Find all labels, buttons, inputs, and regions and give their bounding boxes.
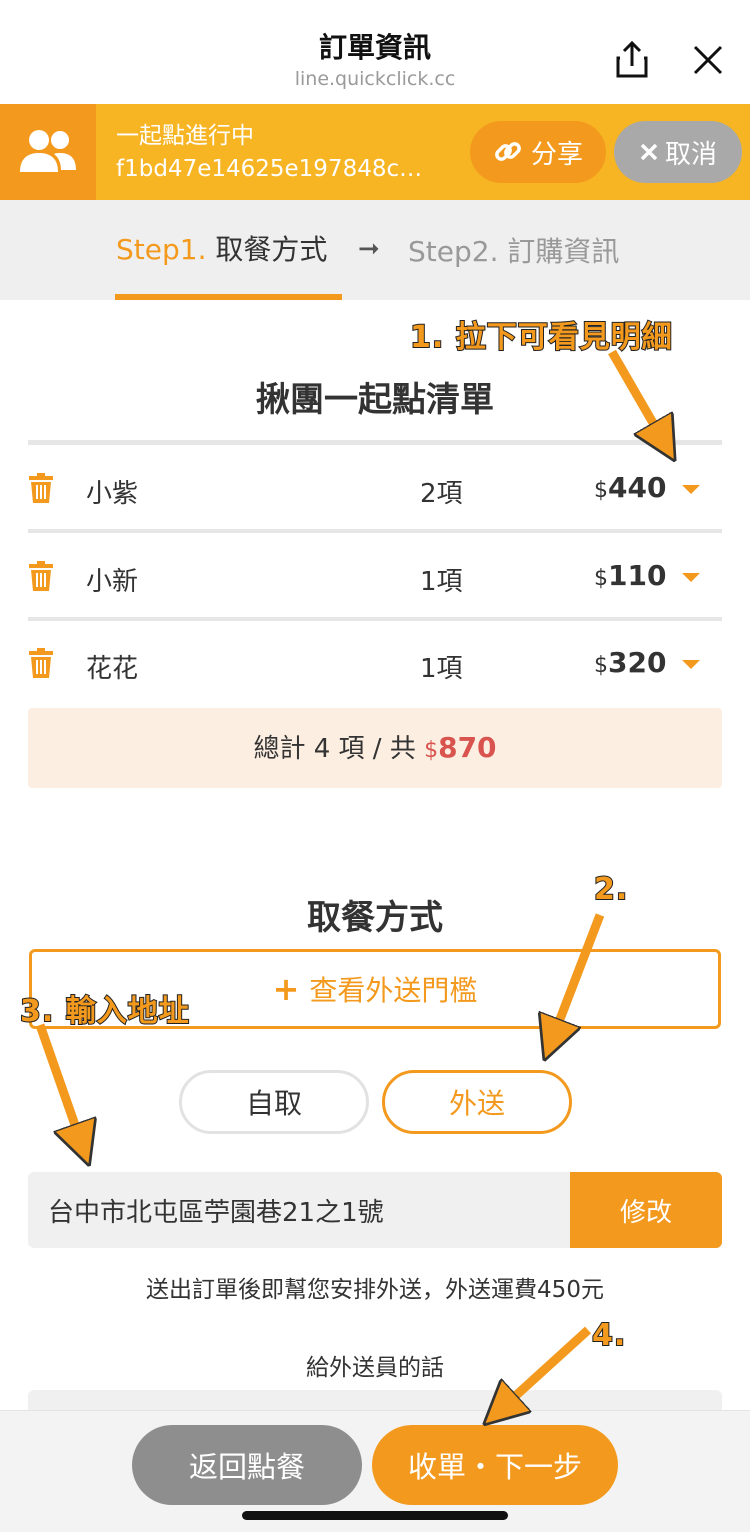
- row-price: $110: [594, 559, 667, 592]
- link-icon: [495, 142, 521, 161]
- edit-address-button[interactable]: 修改: [570, 1172, 722, 1248]
- delivery-threshold-label: 查看外送門檻: [309, 974, 478, 1007]
- caret-down-icon[interactable]: [682, 573, 700, 582]
- group-order-bar: 一起點進行中 f1bd47e14625e197848c… 分享 取消: [0, 104, 750, 200]
- annotation-4: 4.: [591, 1317, 627, 1354]
- order-total: 總計 4 項 / 共 $870: [28, 708, 722, 788]
- plus-icon: +: [272, 970, 300, 1008]
- orderer-name: 小紫: [86, 479, 139, 509]
- item-count: 2項: [420, 479, 463, 509]
- item-count: 1項: [420, 654, 463, 684]
- home-indicator: [242, 1511, 508, 1520]
- share-button-label: 分享: [530, 139, 583, 170]
- back-to-menu-button[interactable]: 返回點餐: [132, 1425, 362, 1505]
- trash-icon[interactable]: [28, 561, 54, 591]
- share-button[interactable]: 分享: [470, 121, 606, 183]
- courier-message-label: 給外送員的話: [306, 1355, 444, 1381]
- step-1-number: Step1.: [116, 233, 207, 266]
- annotation-3: 3. 輸入地址: [19, 993, 190, 1030]
- row-price: $440: [594, 471, 667, 504]
- group-status: 一起點進行中: [116, 123, 254, 149]
- address-field[interactable]: 台中市北屯區苧園巷21之1號 修改: [28, 1172, 722, 1248]
- pickup-option-delivery[interactable]: 外送: [382, 1070, 572, 1134]
- address-value: 台中市北屯區苧園巷21之1號: [48, 1198, 384, 1228]
- orderer-name: 小新: [86, 567, 139, 597]
- group-id: f1bd47e14625e197848c…: [116, 156, 423, 182]
- bottom-action-bar: 返回點餐 收單・下一步: [0, 1410, 750, 1532]
- order-list-title: 揪團一起點清單: [256, 380, 494, 420]
- cancel-button[interactable]: 取消: [614, 121, 742, 183]
- active-step-underline: [115, 294, 342, 300]
- close-icon[interactable]: [688, 40, 728, 80]
- annotation-1: 1. 拉下可看見明細: [409, 319, 673, 356]
- order-row[interactable]: 小新 1項 $110: [28, 533, 722, 621]
- total-amount: 870: [438, 731, 497, 764]
- trash-icon[interactable]: [28, 648, 54, 678]
- cancel-button-label: 取消: [664, 139, 717, 170]
- item-count: 1項: [420, 567, 463, 597]
- order-row[interactable]: 花花 1項 $320: [28, 620, 722, 708]
- annotation-arrow-3: [35, 1023, 82, 1145]
- navigation-header: 訂單資訊 line.quickclick.cc: [0, 0, 750, 104]
- group-users-icon: [20, 130, 76, 172]
- next-step-button[interactable]: 收單・下一步: [372, 1425, 618, 1505]
- total-prefix: 總計 4 項 / 共: [253, 734, 416, 764]
- delivery-fee-note: 送出訂單後即幫您安排外送，外送運費450元: [146, 1277, 604, 1303]
- share-icon[interactable]: [610, 38, 654, 82]
- caret-down-icon[interactable]: [682, 485, 700, 494]
- step-1-label: 取餐方式: [215, 233, 328, 266]
- x-icon: [640, 143, 658, 161]
- row-price: $320: [594, 646, 667, 679]
- orderer-name: 花花: [86, 654, 139, 684]
- total-currency: $: [424, 738, 439, 763]
- trash-icon[interactable]: [28, 473, 54, 503]
- arrow-right-icon: ➞: [358, 234, 380, 264]
- step-1[interactable]: Step1. 取餐方式: [116, 228, 327, 268]
- order-row[interactable]: 小紫 2項 $440: [28, 445, 722, 533]
- group-icon-box: [0, 104, 96, 200]
- caret-down-icon[interactable]: [682, 660, 700, 669]
- step-2[interactable]: Step2. 訂購資訊: [408, 230, 619, 270]
- pickup-title: 取餐方式: [307, 898, 443, 938]
- pickup-option-self[interactable]: 自取: [179, 1070, 369, 1134]
- annotation-2: 2.: [593, 871, 629, 908]
- step-indicator: Step1. 取餐方式 ➞ Step2. 訂購資訊: [0, 200, 750, 300]
